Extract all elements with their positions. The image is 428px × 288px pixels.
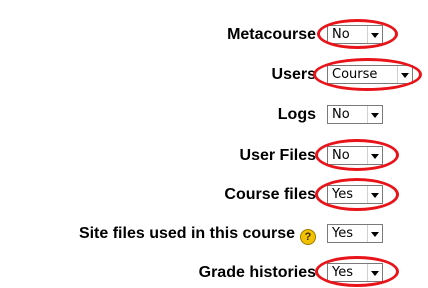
site-files-label-text: Site files used in this course bbox=[78, 225, 295, 242]
course-files-select[interactable]: Yes bbox=[327, 185, 383, 204]
chevron-down-icon bbox=[397, 66, 412, 83]
course-files-label: Course files bbox=[224, 186, 316, 203]
grade-histories-select[interactable]: Yes bbox=[327, 263, 383, 282]
help-icon[interactable]: ? bbox=[300, 229, 316, 245]
metacourse-label: Metacourse bbox=[227, 26, 316, 43]
logs-label: Logs bbox=[277, 106, 316, 123]
users-select[interactable]: Course bbox=[327, 65, 413, 84]
site-files-select-value: Yes bbox=[332, 226, 353, 241]
site-files-label: Site files used in this course? bbox=[79, 225, 316, 245]
users-label: Users bbox=[271, 66, 316, 83]
metacourse-select[interactable]: No bbox=[327, 25, 383, 44]
user-files-select-value: No bbox=[332, 148, 350, 163]
course-files-select-value: Yes bbox=[332, 187, 353, 202]
chevron-down-icon bbox=[367, 264, 382, 281]
chevron-down-icon bbox=[367, 106, 382, 123]
setting-row-logs: Logs No bbox=[0, 100, 428, 130]
setting-row-user-files: User Files No bbox=[0, 141, 428, 171]
chevron-down-icon bbox=[367, 26, 382, 43]
setting-row-grade-histories: Grade histories Yes bbox=[0, 258, 428, 288]
users-select-value: Course bbox=[332, 67, 378, 82]
logs-select-value: No bbox=[332, 107, 350, 122]
chevron-down-icon bbox=[367, 147, 382, 164]
user-files-label: User Files bbox=[239, 147, 316, 164]
setting-row-metacourse: Metacourse No bbox=[0, 20, 428, 50]
setting-row-users: Users Course bbox=[0, 60, 428, 90]
user-files-select[interactable]: No bbox=[327, 146, 383, 165]
site-files-select[interactable]: Yes bbox=[327, 224, 383, 243]
metacourse-select-value: No bbox=[332, 27, 350, 42]
chevron-down-icon bbox=[367, 225, 382, 242]
setting-row-course-files: Course files Yes bbox=[0, 180, 428, 210]
logs-select[interactable]: No bbox=[327, 105, 383, 124]
grade-histories-label: Grade histories bbox=[198, 264, 316, 281]
chevron-down-icon bbox=[367, 186, 382, 203]
grade-histories-select-value: Yes bbox=[332, 265, 353, 280]
setting-row-site-files: Site files used in this course? Yes bbox=[0, 219, 428, 249]
